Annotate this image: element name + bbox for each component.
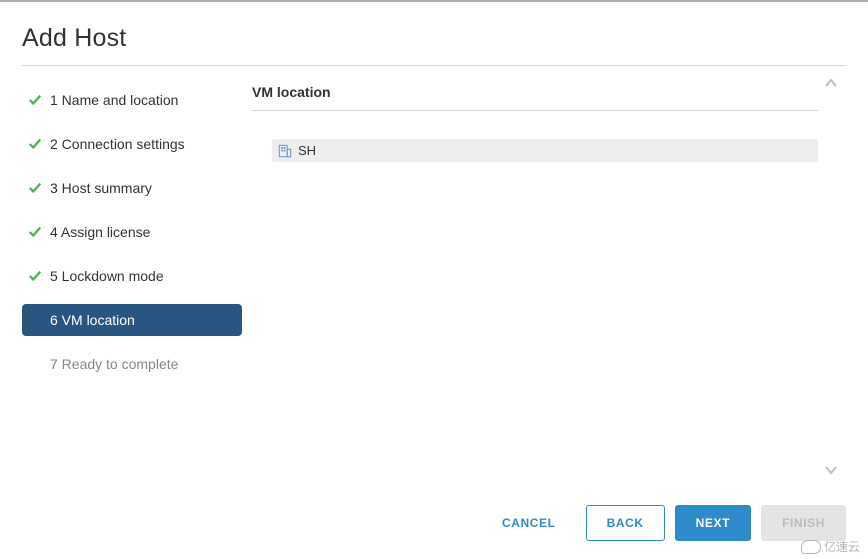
dialog-content: 1 Name and location 2 Connection setting… (22, 84, 846, 392)
window-top-strip (0, 0, 868, 2)
datacenter-icon (278, 144, 292, 158)
step-label: 1 Name and location (50, 92, 178, 108)
section-title: VM location (252, 84, 818, 111)
watermark-text: 亿速云 (824, 538, 860, 555)
checkmark-icon (28, 269, 42, 283)
tree-item-label: SH (298, 143, 316, 158)
step-label: 5 Lockdown mode (50, 268, 164, 284)
step-label: 3 Host summary (50, 180, 152, 196)
step-label: 7 Ready to complete (50, 356, 178, 372)
dialog-footer: CANCEL BACK NEXT FINISH (482, 505, 846, 541)
step-label: 2 Connection settings (50, 136, 185, 152)
checkmark-icon (28, 181, 42, 195)
finish-button: FINISH (761, 505, 846, 541)
dialog-title: Add Host (22, 14, 846, 65)
scroll-up-icon[interactable] (824, 75, 838, 92)
checkmark-icon (28, 93, 42, 107)
title-divider (22, 65, 846, 66)
add-host-dialog: Add Host 1 Name and location 2 Connectio… (0, 2, 868, 392)
scroll-down-icon[interactable] (824, 462, 838, 479)
tree-item-datacenter[interactable]: SH (272, 139, 818, 162)
step-vm-location[interactable]: 6 VM location (22, 304, 242, 336)
back-button[interactable]: BACK (586, 505, 665, 541)
step-name-and-location[interactable]: 1 Name and location (22, 84, 242, 116)
location-tree: SH (252, 139, 818, 162)
step-label: 6 VM location (50, 312, 135, 328)
cancel-button[interactable]: CANCEL (482, 506, 576, 540)
next-button[interactable]: NEXT (675, 505, 751, 541)
wizard-sidebar: 1 Name and location 2 Connection setting… (22, 84, 242, 392)
cloud-icon (801, 540, 821, 554)
watermark: 亿速云 (801, 538, 860, 555)
step-host-summary[interactable]: 3 Host summary (22, 172, 242, 204)
step-ready-to-complete: 7 Ready to complete (22, 348, 242, 380)
main-panel: VM location SH (242, 84, 846, 392)
checkmark-icon (28, 225, 42, 239)
step-assign-license[interactable]: 4 Assign license (22, 216, 242, 248)
step-lockdown-mode[interactable]: 5 Lockdown mode (22, 260, 242, 292)
checkmark-icon (28, 137, 42, 151)
step-connection-settings[interactable]: 2 Connection settings (22, 128, 242, 160)
step-label: 4 Assign license (50, 224, 150, 240)
